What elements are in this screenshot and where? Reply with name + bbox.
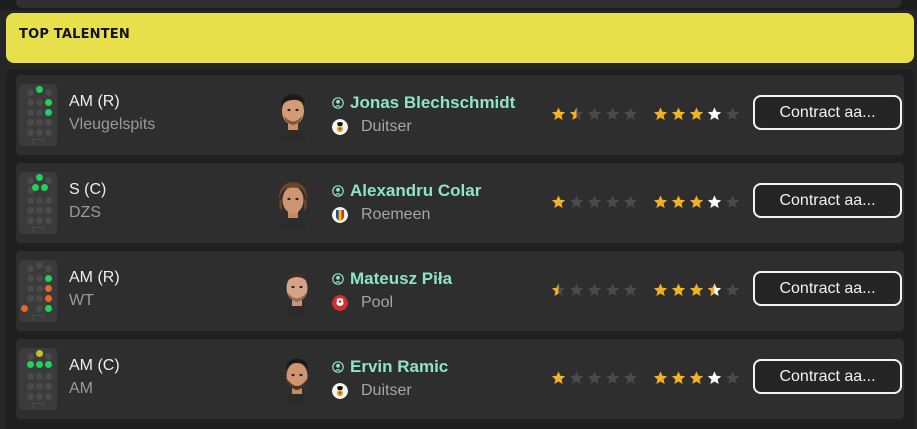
player-nationality: Pool: [361, 294, 394, 311]
section-title: TOP TALENTEN: [19, 27, 130, 42]
player-name[interactable]: Alexandru Colar: [350, 181, 481, 201]
talent-list: AM (R) Vleugelspits Jonas Blechschmidt D…: [6, 69, 914, 429]
player-row[interactable]: S (C) DZS Alexandru Colar Roemeen Contra…: [16, 163, 904, 243]
player-nationality: Roemeen: [361, 206, 431, 223]
person-icon: [332, 97, 344, 109]
player-avatar[interactable]: [278, 353, 316, 405]
player-name[interactable]: Jonas Blechschmidt: [350, 93, 515, 113]
player-role: Vleugelspits: [69, 116, 156, 133]
player-row[interactable]: AM (C) AM Ervin Ramic Duitser Contract a…: [16, 339, 904, 419]
potential-ability-stars: [652, 282, 742, 298]
person-icon: [332, 185, 344, 197]
player-name[interactable]: Ervin Ramic: [350, 357, 448, 377]
player-name[interactable]: Mateusz Piła: [350, 269, 452, 289]
player-position: AM (R): [69, 269, 120, 286]
player-avatar[interactable]: [274, 89, 312, 141]
player-role: WT: [69, 292, 94, 309]
position-pitch-icon: [19, 348, 57, 410]
top-scroll-strip: [0, 0, 917, 10]
germany-flag-icon: [332, 383, 348, 399]
player-position: AM (C): [69, 357, 120, 374]
player-position: S (C): [69, 181, 107, 198]
contract-button[interactable]: Contract aa...: [753, 271, 902, 306]
current-ability-stars: [550, 370, 640, 386]
player-position: AM (R): [69, 93, 120, 110]
section-header: TOP TALENTEN: [6, 13, 914, 63]
contract-button[interactable]: Contract aa...: [753, 183, 902, 218]
person-icon: [332, 273, 344, 285]
current-ability-stars: [550, 194, 640, 210]
contract-button[interactable]: Contract aa...: [753, 95, 902, 130]
player-role: AM: [69, 380, 93, 397]
potential-ability-stars: [652, 194, 742, 210]
potential-ability-stars: [652, 370, 742, 386]
player-role: DZS: [69, 204, 101, 221]
potential-ability-stars: [652, 106, 742, 122]
player-nationality: Duitser: [361, 118, 412, 135]
person-icon: [332, 361, 344, 373]
player-avatar[interactable]: [278, 265, 316, 317]
contract-button[interactable]: Contract aa...: [753, 359, 902, 394]
current-ability-stars: [550, 282, 640, 298]
romania-flag-icon: [332, 207, 348, 223]
position-pitch-icon: [19, 260, 57, 322]
position-pitch-icon: [19, 172, 57, 234]
poland-flag-icon: [332, 295, 348, 311]
player-avatar[interactable]: [274, 177, 312, 229]
player-row[interactable]: AM (R) Vleugelspits Jonas Blechschmidt D…: [16, 75, 904, 155]
player-row[interactable]: AM (R) WT Mateusz Piła Pool Contract aa.…: [16, 251, 904, 331]
current-ability-stars: [550, 106, 640, 122]
player-nationality: Duitser: [361, 382, 412, 399]
position-pitch-icon: [19, 84, 57, 146]
germany-flag-icon: [332, 119, 348, 135]
